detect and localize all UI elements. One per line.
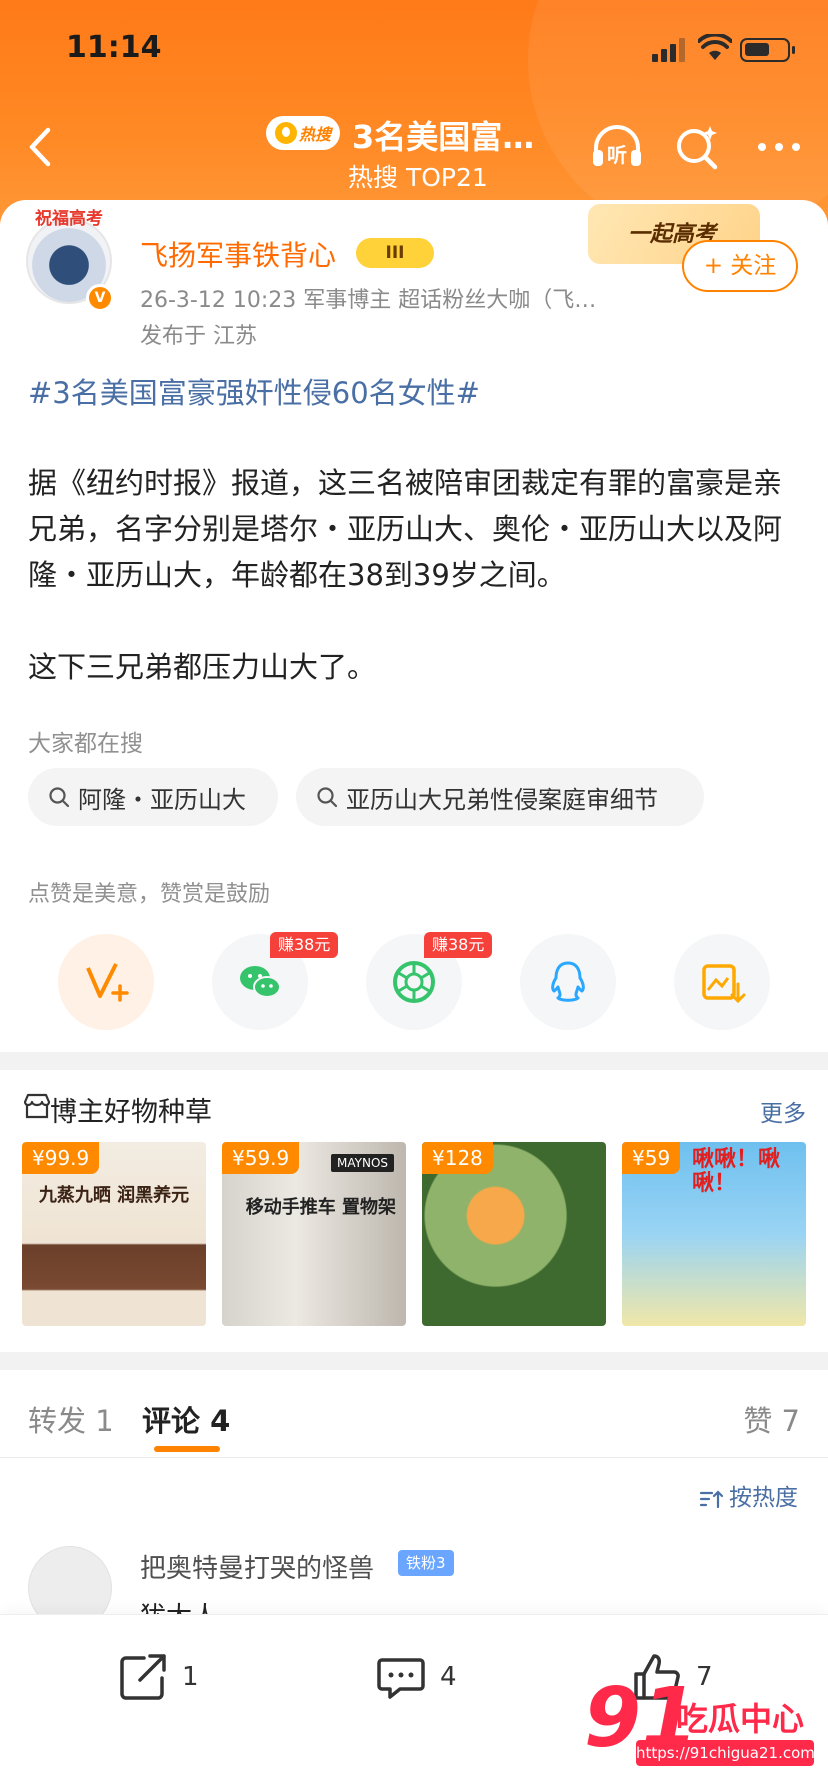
comment-button[interactable]: 4 <box>374 1649 457 1705</box>
hot-search-title[interactable]: 热搜 3名美国富… 热搜 TOP21 <box>260 108 580 198</box>
watermark-text: 吃瓜中心 <box>676 1700 805 1738</box>
back-arrow-icon[interactable] <box>20 122 60 172</box>
wechat-icon <box>240 966 281 998</box>
earn-tag: 赚38元 <box>270 932 339 958</box>
product-brand: MAYNOS <box>331 1154 394 1172</box>
wifi-icon <box>698 34 732 60</box>
svg-text:听: 听 <box>607 143 627 167</box>
listen-headphones-icon[interactable]: 听 <box>588 118 646 176</box>
comment-icon <box>377 1658 425 1699</box>
related-search-chip[interactable]: 阿隆・亚历山大 <box>28 768 278 826</box>
related-search-label: 大家都在搜 <box>28 731 143 757</box>
repost-icon <box>120 1654 166 1700</box>
sort-icon <box>699 1489 723 1508</box>
header: 11:14 热搜 3名美国富… 热搜 TOP21 听 <box>0 0 828 240</box>
post-location: 发布于 江苏 <box>140 324 257 349</box>
page-subtitle: 热搜 TOP21 <box>348 163 488 192</box>
product-caption: 九蒸九晒 润黑养元 <box>38 1185 190 1206</box>
product-caption: 移动手推车 置物架 <box>245 1197 396 1218</box>
follow-button[interactable]: + 关注 <box>682 240 798 292</box>
product-card[interactable]: ¥99.9 九蒸九晒 润黑养元 <box>22 1142 206 1326</box>
status-time: 11:14 <box>66 30 162 65</box>
post-paragraph: 据《纽约时报》报道，这三名被陪审团裁定有罪的富豪是亲兄弟，名字分别是塔尔・亚历山… <box>28 466 783 592</box>
search-icon <box>317 787 338 808</box>
comment-count: 4 <box>440 1662 457 1692</box>
commenter-name[interactable]: 把奥特曼打哭的怪兽 <box>140 1548 374 1585</box>
verified-badge-icon: V <box>86 284 114 312</box>
tab-comment[interactable]: 评论 4 <box>142 1398 230 1440</box>
battery-icon <box>740 38 795 62</box>
earn-tag: 赚38元 <box>424 932 493 958</box>
post-body: 据《纽约时报》报道，这三名被陪审团裁定有罪的富豪是亲兄弟，名字分别是塔尔・亚历山… <box>28 460 800 690</box>
post-paragraph: 这下三兄弟都压力山大了。 <box>28 650 377 684</box>
flame-icon <box>274 122 297 144</box>
tab-like[interactable]: 赞 7 <box>743 1398 800 1440</box>
watermark-url: https://91chigua21.com/ <box>636 1740 820 1766</box>
post-meta: 26-3-12 10:23 军事博主 超话粉丝大咖（飞… <box>140 288 597 313</box>
product-price: ¥59 <box>622 1142 681 1174</box>
fan-level-badge: 铁粉3 <box>398 1550 454 1576</box>
product-card[interactable]: ¥59.9 MAYNOS 移动手推车 置物架 <box>222 1142 406 1326</box>
product-price: ¥128 <box>422 1142 493 1174</box>
moments-icon <box>393 961 435 1003</box>
repost-button[interactable]: 1 <box>116 1649 199 1705</box>
status-bar: 11:14 <box>0 0 828 100</box>
goods-section-title: 博主好物种草 <box>50 1097 212 1128</box>
active-tab-indicator <box>154 1446 220 1452</box>
product-card[interactable]: ¥128 <box>422 1142 606 1326</box>
qq-icon <box>551 961 585 1002</box>
product-caption: 啾啾！啾啾！ <box>692 1147 781 1196</box>
save-image-button[interactable] <box>674 934 770 1030</box>
shop-icon <box>23 1093 51 1119</box>
section-divider <box>0 1352 828 1370</box>
interaction-tabs: 转发 1 评论 4 赞 7 <box>0 1370 828 1458</box>
repost-count: 1 <box>182 1662 199 1692</box>
tab-repost[interactable]: 转发 1 <box>28 1398 114 1440</box>
page-title: 3名美国富… <box>352 118 535 156</box>
product-card[interactable]: ¥59 啾啾！啾啾！ <box>622 1142 806 1326</box>
save-image-icon <box>702 964 746 1004</box>
goods-more-link[interactable]: 更多 <box>760 1094 806 1128</box>
post-hashtag[interactable]: #3名美国富豪强奸性侵60名女性# <box>28 370 480 412</box>
author-name[interactable]: 飞扬军事铁背心 <box>140 234 336 274</box>
product-price: ¥99.9 <box>22 1142 100 1174</box>
section-divider <box>0 1052 828 1070</box>
search-sparkle-icon[interactable] <box>668 118 726 176</box>
share-qq-button[interactable] <box>520 934 616 1030</box>
reward-v-plus-icon <box>86 963 129 1002</box>
sort-by-heat-button[interactable]: 按热度 <box>699 1478 798 1512</box>
avatar-banner: 祝福高考 <box>35 209 103 229</box>
reward-button[interactable] <box>58 934 154 1030</box>
cellular-signal-icon <box>652 38 688 62</box>
hot-search-badge: 热搜 <box>266 116 340 150</box>
reward-hint: 点赞是美意，赞赏是鼓励 <box>28 882 271 907</box>
fan-rank-crown-icon: III <box>356 238 434 268</box>
related-search-chip[interactable]: 亚历山大兄弟性侵案庭审细节 <box>296 768 704 826</box>
product-price: ¥59.9 <box>222 1142 300 1174</box>
site-watermark: 91 吃瓜中心 https://91chigua21.com/ <box>584 1678 820 1776</box>
more-dots-icon[interactable] <box>750 118 808 176</box>
search-icon <box>49 787 70 808</box>
